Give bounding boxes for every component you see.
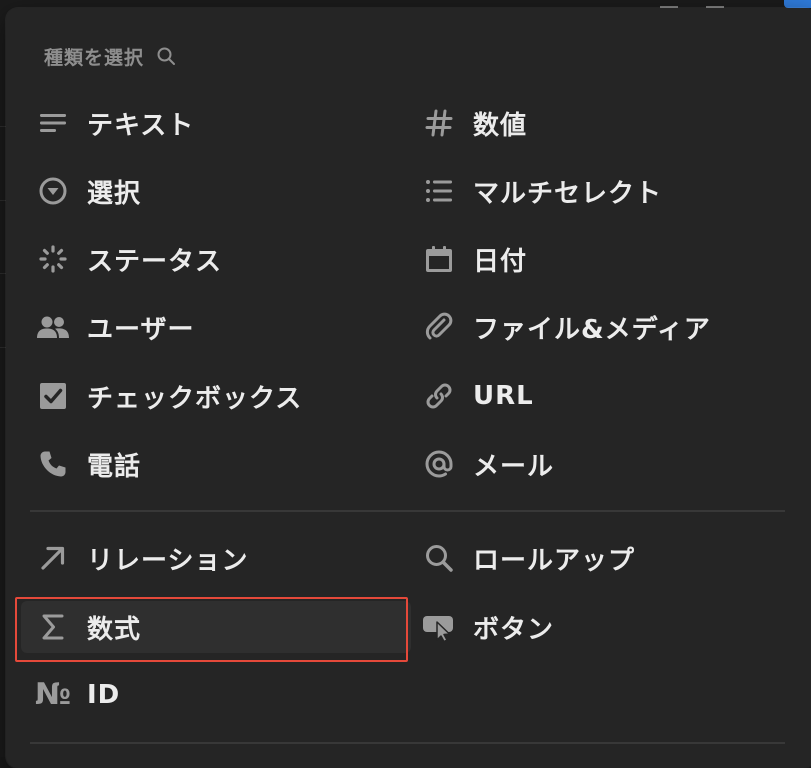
at-sign-icon [422, 447, 456, 481]
background-icon [660, 0, 678, 8]
type-option-label: テキスト [87, 110, 195, 141]
type-option-files-media[interactable]: ファイル&メディア [422, 301, 711, 353]
type-option-select[interactable]: 選択 [36, 165, 141, 217]
search-icon[interactable] [156, 46, 176, 66]
type-option-rollup[interactable]: ロールアップ [422, 532, 635, 584]
type-option-multi-select[interactable]: マルチセレクト [422, 165, 662, 217]
type-option-label: 数値 [473, 110, 528, 141]
property-type-menu: 種類を選択 テキスト 選択 ステータス ユーザー チェックボックス 電話 数値 … [6, 8, 811, 768]
type-option-user[interactable]: ユーザー [36, 301, 194, 353]
phone-icon [36, 447, 70, 481]
type-option-button[interactable]: ボタン [422, 601, 554, 653]
type-option-label: マルチセレクト [473, 178, 663, 209]
type-option-label: 電話 [87, 451, 142, 482]
status-spinner-icon [36, 242, 70, 276]
background-icon [706, 0, 724, 8]
type-option-label: 選択 [87, 178, 142, 209]
type-option-id[interactable]: № ID [34, 669, 121, 721]
arrow-up-right-icon [36, 541, 70, 575]
numero-glyph: № [34, 677, 72, 712]
type-option-relation[interactable]: リレーション [36, 532, 248, 584]
type-option-label: リレーション [87, 545, 249, 576]
type-option-label: メール [473, 451, 555, 482]
type-option-label: ID [87, 680, 121, 710]
type-option-url[interactable]: URL [422, 370, 534, 422]
type-option-phone[interactable]: 電話 [36, 438, 141, 490]
type-option-label: ロールアップ [473, 545, 636, 576]
select-circle-icon [36, 174, 70, 208]
type-option-label: ボタン [473, 614, 555, 645]
button-cursor-icon [422, 610, 456, 644]
type-option-label: URL [473, 381, 534, 411]
new-button[interactable] [784, 0, 811, 8]
numero-icon: № [34, 677, 72, 712]
hash-icon [422, 106, 456, 140]
text-lines-icon [36, 106, 70, 140]
type-option-label: ファイル&メディア [473, 314, 711, 345]
users-icon [36, 310, 70, 344]
sigma-icon [36, 610, 70, 644]
type-option-date[interactable]: 日付 [422, 233, 527, 285]
type-option-number[interactable]: 数値 [422, 97, 527, 149]
type-option-email[interactable]: メール [422, 438, 554, 490]
checkbox-icon [36, 379, 70, 413]
type-option-status[interactable]: ステータス [36, 233, 222, 285]
type-option-label: ステータス [87, 246, 223, 277]
menu-header: 種類を選択 [44, 42, 176, 70]
type-option-label: 数式 [87, 614, 142, 645]
type-option-label: チェックボックス [87, 383, 303, 414]
menu-header-label: 種類を選択 [44, 46, 145, 69]
paperclip-icon [422, 310, 456, 344]
type-option-label: ユーザー [87, 314, 195, 345]
section-divider [30, 510, 785, 512]
type-option-formula[interactable]: 数式 [21, 601, 411, 653]
section-divider [30, 742, 785, 744]
type-option-text[interactable]: テキスト [36, 97, 194, 149]
type-option-label: 日付 [473, 246, 528, 277]
bulleted-list-icon [422, 174, 456, 208]
type-option-checkbox[interactable]: チェックボックス [36, 370, 302, 422]
calendar-icon [422, 242, 456, 276]
link-icon [422, 379, 456, 413]
search-icon [422, 541, 456, 575]
